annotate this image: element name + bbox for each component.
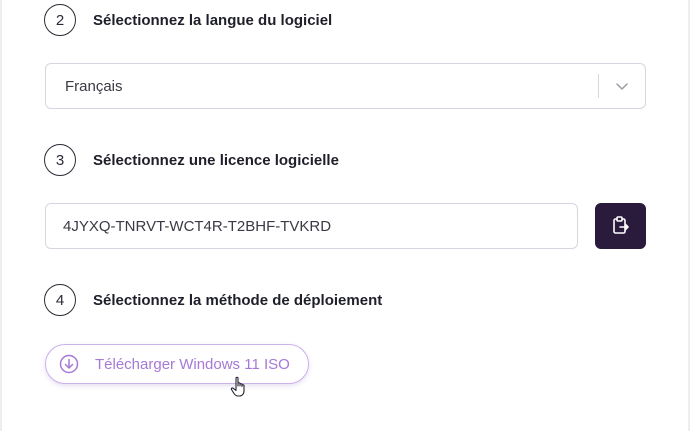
download-iso-label: Télécharger Windows 11 ISO [95,355,290,373]
step-title: Sélectionnez une licence logicielle [93,151,339,169]
deployment-panel: 2 Sélectionnez la langue du logiciel Fra… [0,0,690,431]
clipboard-copy-icon [612,216,630,236]
chevron-down-icon[interactable] [599,82,645,91]
language-select[interactable]: Français [45,63,646,109]
download-circle-icon [59,354,79,374]
step-language: 2 Sélectionnez la langue du logiciel [44,4,332,36]
step-title: Sélectionnez la langue du logiciel [93,11,333,29]
step-title: Sélectionnez la méthode de déploiement [93,291,383,309]
step-number: 2 [44,4,76,36]
license-key-field[interactable]: 4JYXQ-TNRVT-WCT4R-T2BHF-TVKRD [45,203,578,249]
step-license: 3 Sélectionnez une licence logicielle [44,144,339,176]
step-number: 4 [44,284,76,316]
language-select-value: Français [65,77,123,95]
hand-pointer-icon [230,376,250,398]
step-number: 3 [44,144,76,176]
download-iso-button[interactable]: Télécharger Windows 11 ISO [45,344,309,384]
copy-license-button[interactable] [595,203,646,249]
step-deployment: 4 Sélectionnez la méthode de déploiement [44,284,382,316]
